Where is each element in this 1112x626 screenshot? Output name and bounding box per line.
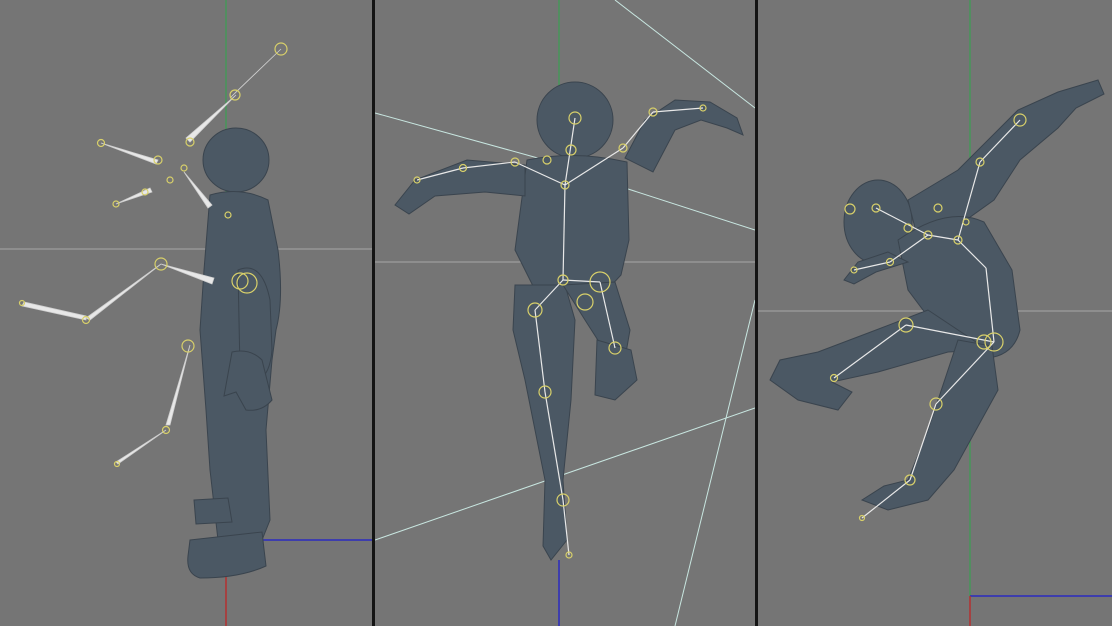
astronaut-model[interactable] xyxy=(394,81,744,561)
viewport-panel-perspective[interactable] xyxy=(758,0,1112,626)
viewport-panel-front[interactable] xyxy=(375,0,755,626)
side-view-canvas[interactable] xyxy=(0,0,372,626)
front-view-canvas[interactable] xyxy=(375,0,755,626)
viewport-panel-side[interactable] xyxy=(0,0,372,626)
3d-viewport[interactable] xyxy=(0,0,1112,626)
perspective-view-canvas[interactable] xyxy=(758,0,1112,626)
astronaut-model[interactable] xyxy=(769,79,1105,511)
